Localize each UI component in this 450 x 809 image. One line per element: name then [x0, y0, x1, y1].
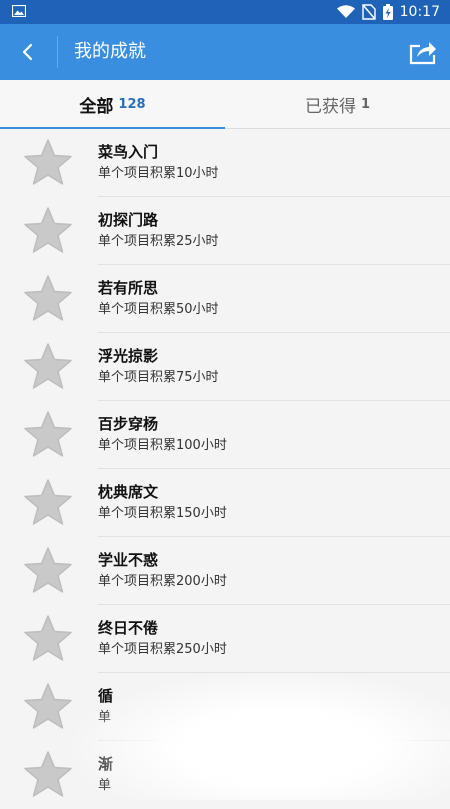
share-icon[interactable]	[408, 37, 438, 67]
achievement-desc: 单	[98, 778, 112, 793]
star-icon	[24, 275, 72, 321]
image-notification-icon	[12, 5, 26, 17]
achievement-desc: 单个项目积累50小时	[98, 302, 219, 317]
tab-all-label: 全部	[79, 96, 114, 117]
achievement-list: 菜鸟入门 单个项目积累10小时 初探门路 单个项目积累25小时 若有所思 单个项…	[0, 129, 450, 809]
tab-all[interactable]: 全部 128	[0, 80, 225, 128]
status-bar: 10:17	[0, 0, 450, 24]
star-icon	[24, 207, 72, 253]
page-title: 我的成就	[74, 41, 146, 62]
achievement-name: 枕典席文	[98, 483, 159, 501]
list-item[interactable]: 若有所思 单个项目积累50小时	[0, 265, 450, 333]
chevron-left-icon[interactable]	[12, 38, 44, 66]
wifi-icon	[336, 5, 355, 18]
list-item[interactable]: 渐 单	[0, 741, 450, 809]
app-bar: 我的成就	[0, 24, 450, 80]
achievement-name: 渐	[98, 755, 114, 773]
battery-charging-icon	[382, 4, 393, 20]
achievement-desc: 单个项目积累150小时	[98, 506, 227, 521]
star-icon	[24, 547, 72, 593]
achievement-desc: 单个项目积累100小时	[98, 438, 227, 453]
status-time: 10:17	[399, 4, 440, 20]
star-icon	[24, 411, 72, 457]
tab-earned-count: 1	[360, 96, 371, 112]
achievement-name: 浮光掠影	[98, 347, 159, 365]
achievement-name: 学业不惑	[98, 551, 159, 569]
achievement-name: 若有所思	[98, 279, 159, 297]
list-item[interactable]: 菜鸟入门 单个项目积累10小时	[0, 129, 450, 197]
star-icon	[24, 683, 72, 729]
no-sim-icon	[361, 4, 376, 20]
tab-earned-label: 已获得	[304, 96, 356, 117]
achievement-name: 百步穿杨	[98, 415, 159, 433]
achievement-desc: 单个项目积累75小时	[98, 370, 219, 385]
achievement-name: 循	[98, 687, 114, 705]
achievement-desc: 单	[98, 710, 112, 725]
tab-earned[interactable]: 已获得 1	[225, 80, 450, 128]
star-icon	[24, 139, 72, 185]
list-item[interactable]: 浮光掠影 单个项目积累75小时	[0, 333, 450, 401]
achievement-name: 初探门路	[98, 211, 159, 229]
list-item[interactable]: 终日不倦 单个项目积累250小时	[0, 605, 450, 673]
achievement-desc: 单个项目积累200小时	[98, 574, 227, 589]
achievement-desc: 单个项目积累25小时	[98, 234, 219, 249]
app-bar-divider	[57, 36, 58, 68]
list-item[interactable]: 循 单	[0, 673, 450, 741]
list-item[interactable]: 百步穿杨 单个项目积累100小时	[0, 401, 450, 469]
tab-all-count: 128	[118, 96, 146, 112]
achievement-desc: 单个项目积累10小时	[98, 166, 219, 181]
list-item[interactable]: 初探门路 单个项目积累25小时	[0, 197, 450, 265]
list-item[interactable]: 学业不惑 单个项目积累200小时	[0, 537, 450, 605]
star-icon	[24, 343, 72, 389]
star-icon	[24, 479, 72, 525]
star-icon	[24, 751, 72, 797]
tab-bar: 全部 128 已获得 1	[0, 80, 450, 129]
achievement-desc: 单个项目积累250小时	[98, 642, 227, 657]
list-item[interactable]: 枕典席文 单个项目积累150小时	[0, 469, 450, 537]
achievement-name: 终日不倦	[98, 619, 159, 637]
star-icon	[24, 615, 72, 661]
achievement-name: 菜鸟入门	[98, 143, 159, 161]
